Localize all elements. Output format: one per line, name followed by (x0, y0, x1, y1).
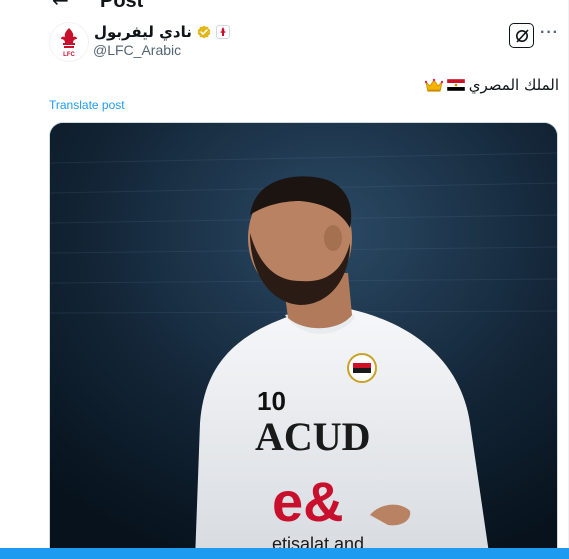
bottom-banner (0, 548, 569, 559)
jersey-number: 10 (257, 386, 286, 416)
post-body: الملك المصري (424, 76, 559, 94)
display-name[interactable]: نادي ليفربول (94, 23, 192, 41)
sponsor-text: ACUD (255, 414, 371, 459)
more-options-button[interactable]: ··· (540, 24, 559, 42)
flag-egypt-icon (446, 79, 465, 91)
grok-button[interactable] (509, 23, 534, 48)
translate-post-link[interactable]: Translate post (49, 98, 125, 112)
page-header: ← Post (0, 0, 569, 12)
grok-slash-icon (515, 28, 529, 43)
page-title: Post (100, 0, 144, 12)
author-handle[interactable]: @LFC_Arabic (93, 42, 181, 58)
verified-badge-icon (197, 25, 211, 39)
affiliate-badge[interactable] (215, 25, 230, 39)
author-name-row[interactable]: نادي ليفربول (94, 23, 230, 41)
lfc-mini-crest-icon (219, 27, 226, 36)
brand-text: e& (272, 470, 344, 533)
post-media-image[interactable]: 10 ACUD e& etisalat and (49, 122, 558, 559)
post-text: الملك المصري (468, 76, 559, 94)
back-button[interactable]: ← (52, 0, 69, 12)
avatar[interactable]: LFC (49, 22, 89, 62)
lfc-crest-icon: LFC (61, 28, 77, 58)
svg-text:LFC: LFC (63, 52, 75, 58)
player-photo: 10 ACUD e& etisalat and (50, 123, 557, 558)
crown-icon (424, 78, 443, 92)
